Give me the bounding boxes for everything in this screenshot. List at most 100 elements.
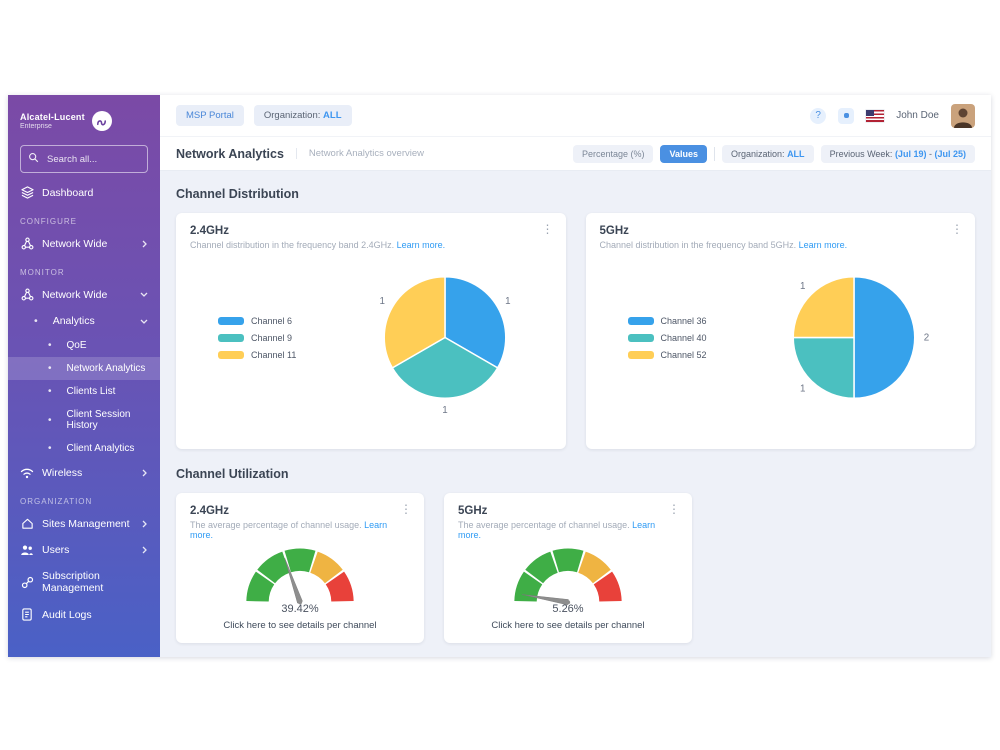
page-header: Network Analytics Network Analytics over… [160,137,991,171]
pie-value-label: 1 [379,296,384,307]
chevron-right-icon [141,240,148,248]
legend-swatch-icon [628,317,654,325]
chevron-right-icon [141,520,148,528]
learn-more-link[interactable]: Learn more. [397,240,446,250]
legend-item[interactable]: Channel 6 [218,316,338,326]
notification-icon[interactable] [838,108,854,124]
sidebar-item-clients-list[interactable]: Clients List [8,380,160,403]
values-toggle-button[interactable]: Values [660,145,707,163]
sidebar-nav: Dashboard CONFIGURE Network Wide MONITOR… [8,179,160,628]
card-description: The average percentage of channel usage.… [458,520,678,540]
legend-item[interactable]: Channel 36 [628,316,748,326]
percentage-toggle-button[interactable]: Percentage (%) [573,145,654,163]
legend-item[interactable]: Channel 52 [628,350,748,360]
help-icon[interactable]: ? [810,108,826,124]
legend-label: Channel 9 [251,333,292,343]
legend-swatch-icon [628,334,654,342]
legend-item[interactable]: Channel 11 [218,350,338,360]
main-area: MSP Portal Organization: ALL ? John Doe … [160,95,991,657]
sidebar-item-network-wide-monitor[interactable]: Network Wide [8,281,160,308]
sidebar-item-dashboard[interactable]: Dashboard [8,179,160,206]
legend-item[interactable]: Channel 9 [218,333,338,343]
legend-swatch-icon [218,317,244,325]
kebab-menu-icon[interactable]: ⋮ [951,223,963,235]
section-title-channel-utilization: Channel Utilization [176,467,975,481]
week-label: Previous Week: [830,149,893,159]
card-description-text: The average percentage of channel usage. [190,520,362,530]
sidebar-item-client-session-history[interactable]: Client Session History [8,403,160,437]
details-per-channel-link[interactable]: Click here to see details per channel [223,620,376,631]
pie-value-label: 2 [924,332,929,343]
sidebar-item-network-analytics[interactable]: Network Analytics [8,357,160,380]
kebab-menu-icon[interactable]: ⋮ [668,503,680,515]
sidebar-item-label: Users [42,544,69,556]
users-icon [20,544,34,556]
page-title: Network Analytics [176,147,284,161]
pie-value-label: 1 [800,384,805,395]
sidebar-item-label: Dashboard [42,187,93,199]
card-description-text: Channel distribution in the frequency ba… [190,240,394,250]
card-channel-utilization-5ghz: 5GHz The average percentage of channel u… [444,493,692,643]
kebab-menu-icon[interactable]: ⋮ [542,223,554,235]
sidebar-item-audit-logs[interactable]: Audit Logs [8,601,160,628]
sidebar-item-qoe[interactable]: QoE [8,334,160,357]
kebab-menu-icon[interactable]: ⋮ [400,503,412,515]
section-title-channel-distribution: Channel Distribution [176,187,975,201]
card-description: The average percentage of channel usage.… [190,520,410,540]
organization-filter[interactable]: Organization: ALL [722,145,814,163]
sidebar-item-label: Wireless [42,467,82,479]
learn-more-link[interactable]: Learn more. [799,240,848,250]
chevron-right-icon [141,546,148,554]
organization-selector[interactable]: Organization: ALL [254,105,352,126]
brand-subtitle: Enterprise [20,123,85,130]
sidebar-item-users[interactable]: Users [8,537,160,563]
card-description-text: The average percentage of channel usage. [458,520,630,530]
sidebar-section-configure: CONFIGURE [8,206,160,230]
pie-slice[interactable] [854,277,915,399]
gauge-chart-5ghz[interactable] [492,543,644,606]
pie-chart-area: Channel 6 Channel 9 Channel 11 1 1 1 [190,252,552,424]
sidebar-item-label: Client Session History [67,409,148,431]
distribution-card-row: 2.4GHz Channel distribution in the frequ… [176,213,975,449]
card-channel-distribution-5ghz: 5GHz Channel distribution in the frequen… [586,213,976,449]
sidebar-item-analytics[interactable]: Analytics [8,308,160,334]
organization-label: Organization: [264,110,321,121]
search-input[interactable] [45,153,140,166]
sidebar-item-wireless[interactable]: Wireless [8,460,160,486]
legend-label: Channel 52 [661,350,707,360]
chevron-right-icon [141,469,148,477]
gauge-chart-wrap: 5.26% Click here to see details per chan… [458,543,678,631]
sidebar-item-subscription-management[interactable]: Subscription Management [8,563,160,601]
card-description: Channel distribution in the frequency ba… [600,240,962,250]
pie-value-label: 1 [505,296,510,307]
home-icon [20,517,34,530]
sidebar-search[interactable] [20,145,148,173]
sidebar-item-sites-management[interactable]: Sites Management [8,510,160,537]
wifi-icon [20,467,34,479]
legend-swatch-icon [218,334,244,342]
pie-chart-5ghz[interactable]: 211 [756,252,952,424]
week-selector[interactable]: Previous Week: (Jul 19) - (Jul 25) [821,145,975,163]
pie-value-label: 1 [442,405,447,416]
organization-filter-value: ALL [787,149,805,159]
legend-item[interactable]: Channel 40 [628,333,748,343]
topbar: MSP Portal Organization: ALL ? John Doe [160,95,991,137]
sidebar-item-client-analytics[interactable]: Client Analytics [8,437,160,460]
card-channel-distribution-2-4ghz: 2.4GHz Channel distribution in the frequ… [176,213,566,449]
gauge-chart-2-4ghz[interactable] [224,543,376,606]
organization-value: ALL [323,110,341,121]
utilization-card-row: 2.4GHz The average percentage of channel… [176,493,975,643]
card-title: 2.4GHz [190,225,552,237]
msp-portal-button[interactable]: MSP Portal [176,105,244,126]
brand: Alcatel-Lucent Enterprise [8,105,160,135]
pie-chart-2-4ghz[interactable]: 1 1 1 [347,252,543,424]
avatar[interactable] [951,104,975,128]
pie-chart-wrap: 211 [748,252,962,424]
sidebar-item-label: Analytics [53,315,95,327]
language-flag-icon[interactable] [866,110,884,122]
filter-bar: Percentage (%) Values Organization: ALL … [573,145,975,163]
sidebar-item-network-wide-configure[interactable]: Network Wide [8,230,160,257]
details-per-channel-link[interactable]: Click here to see details per channel [491,620,644,631]
sidebar-item-label: Sites Management [42,518,130,530]
sidebar-item-label: Audit Logs [42,609,92,621]
